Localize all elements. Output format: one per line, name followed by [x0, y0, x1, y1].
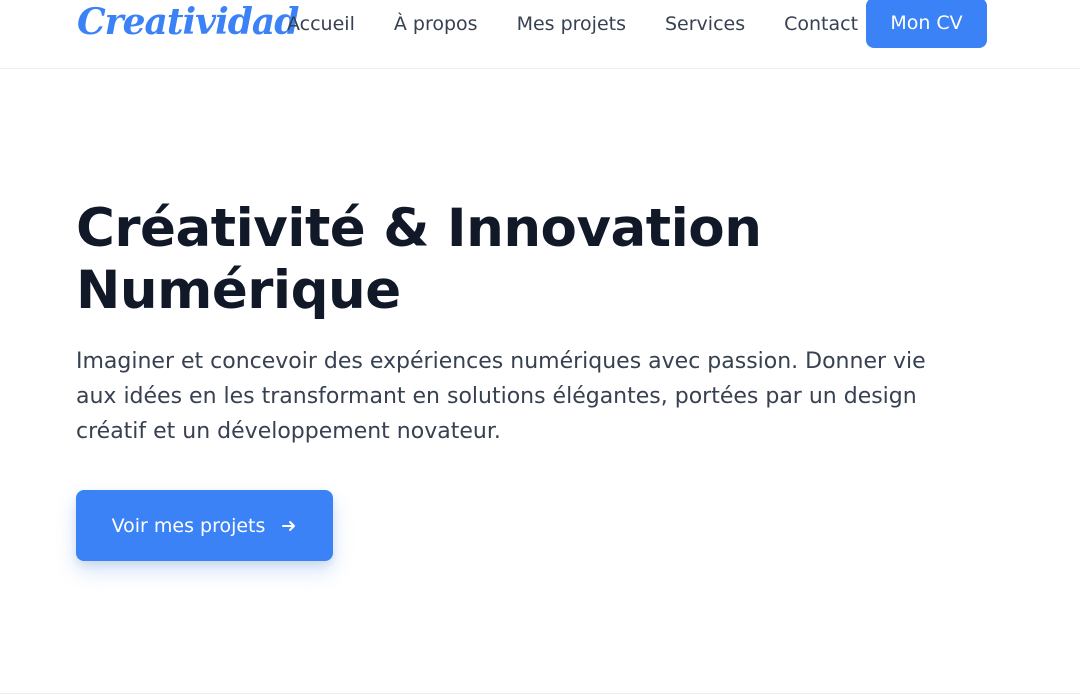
nav-link-contact[interactable]: Contact [784, 0, 858, 48]
page: Creatividad Accueil À propos Mes projets… [0, 0, 1080, 696]
navbar: Creatividad Accueil À propos Mes projets… [0, 0, 1080, 69]
cv-button[interactable]: Mon CV [866, 0, 987, 48]
hero-section: Créativité & Innovation Numérique Imagin… [76, 198, 956, 449]
site-logo[interactable]: Creatividad [77, 0, 299, 50]
hero-title-line1: Créativité & Innovation [76, 198, 762, 259]
main-nav: Accueil À propos Mes projets Services Co… [287, 0, 897, 48]
nav-link-a-propos[interactable]: À propos [394, 0, 478, 48]
section-divider [0, 693, 1080, 694]
hero-title: Créativité & Innovation Numérique [76, 198, 956, 322]
nav-link-services[interactable]: Services [665, 0, 745, 48]
view-projects-button[interactable]: Voir mes projets [76, 490, 333, 561]
hero-title-line2: Numérique [76, 260, 401, 321]
nav-link-mes-projets[interactable]: Mes projets [517, 0, 626, 48]
hero-description: Imaginer et concevoir des expériences nu… [76, 349, 926, 444]
arrow-right-icon [282, 520, 296, 531]
nav-link-accueil[interactable]: Accueil [287, 0, 355, 48]
view-projects-label: Voir mes projets [111, 514, 266, 537]
